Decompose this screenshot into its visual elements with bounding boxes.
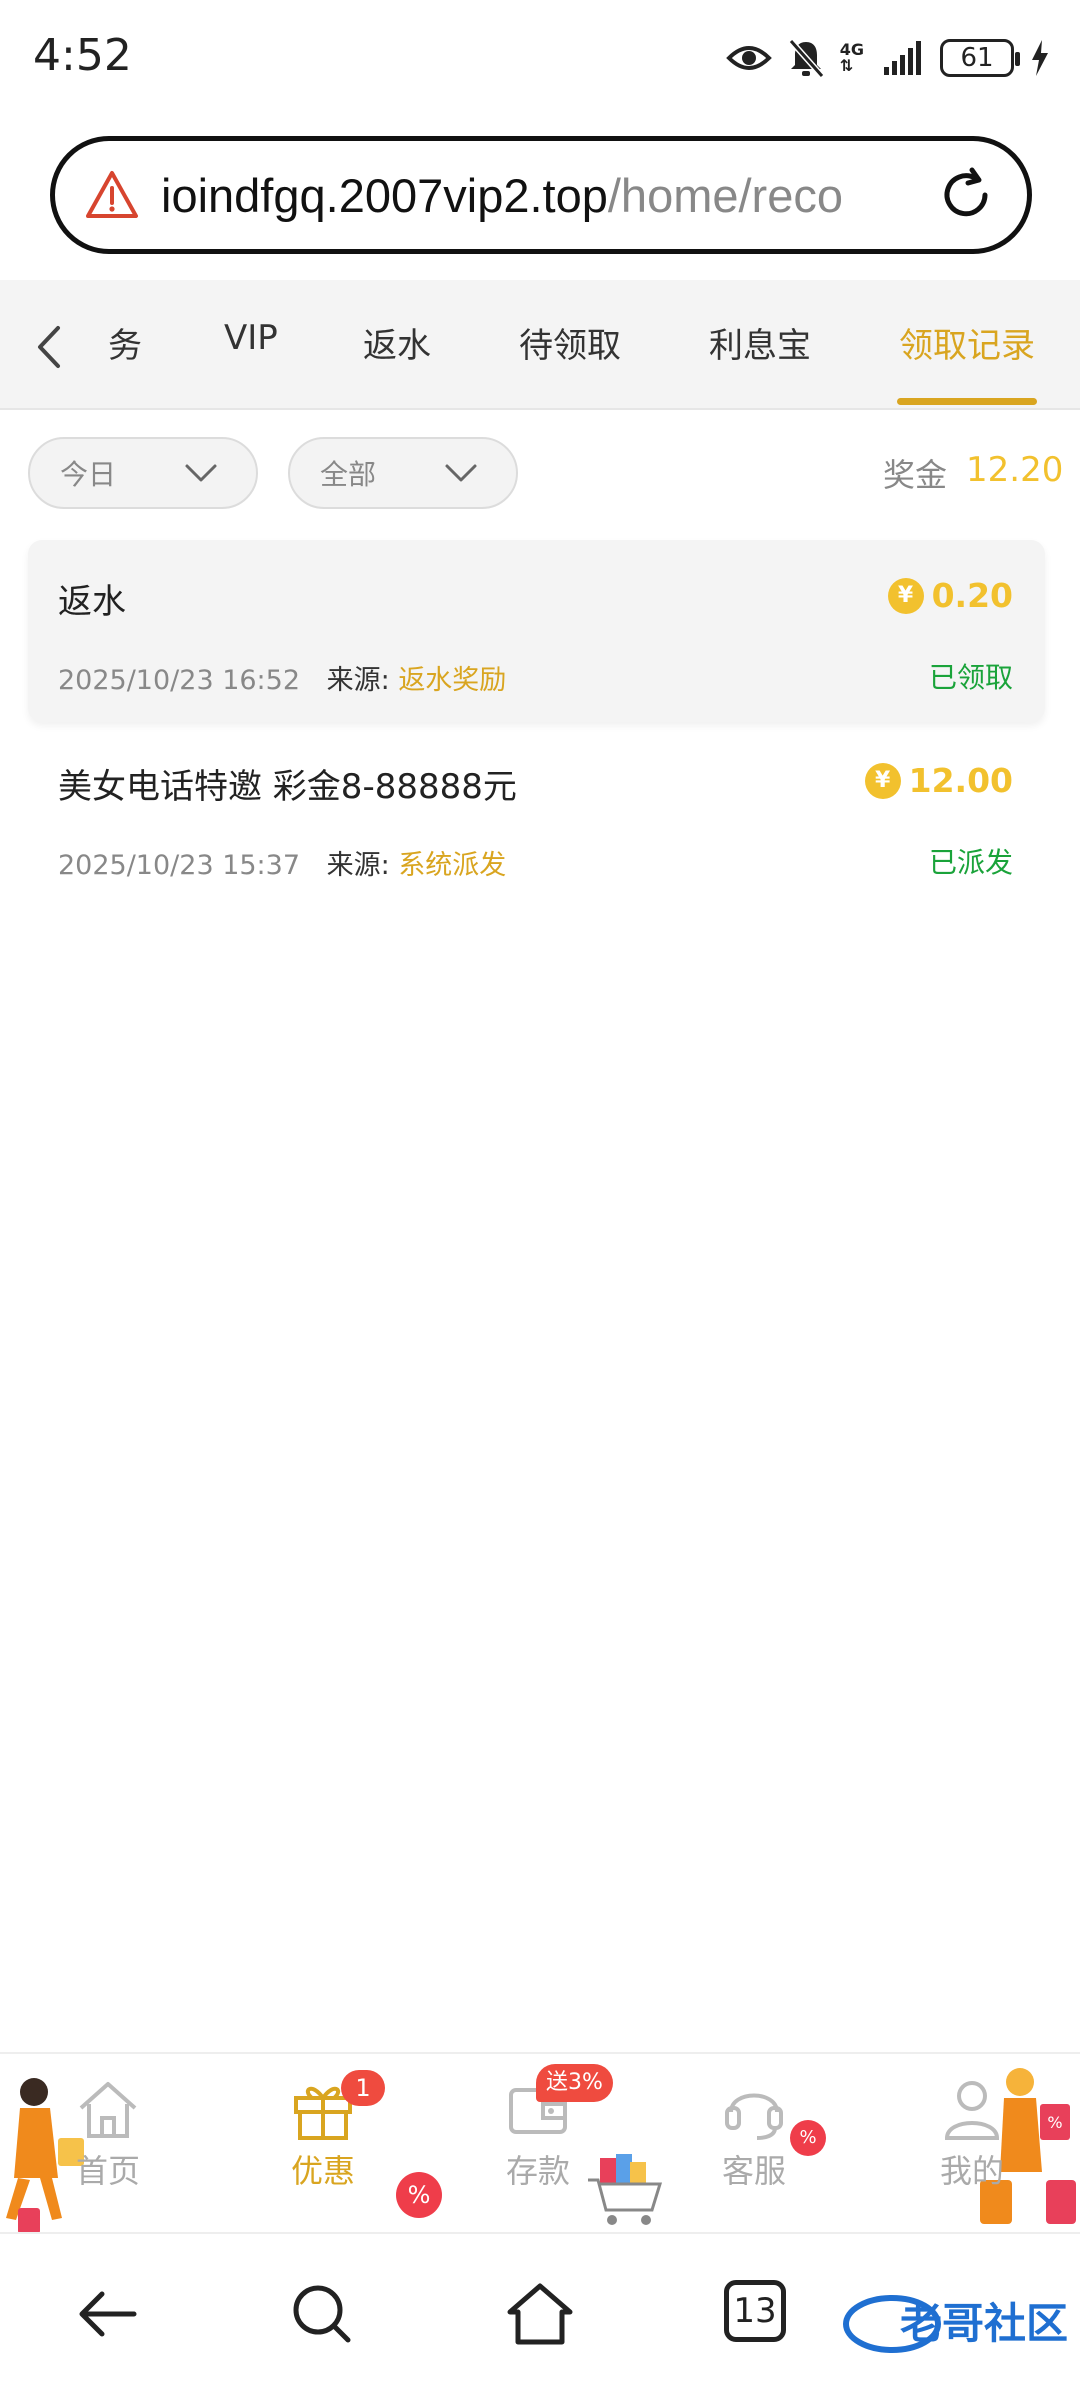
nav-promotions[interactable]: 优惠 1: [263, 2070, 385, 2192]
record-title: 美女电话特邀 彩金8-88888元: [58, 767, 517, 807]
user-icon: [944, 2081, 1000, 2140]
record-title: 返水: [58, 582, 126, 622]
eye-icon: [725, 46, 772, 70]
promo-badge: 送3%: [536, 2064, 613, 2102]
bonus-total: 12.20: [966, 450, 1064, 490]
tab-claim-records[interactable]: 领取记录: [899, 318, 1035, 367]
nav-label: 我的: [939, 2152, 1004, 2190]
nav-label: 优惠: [290, 2152, 355, 2190]
url-path: /home/reco: [607, 168, 843, 222]
tab-rebate[interactable]: 返水: [363, 318, 431, 367]
record-date: 2025/10/23 16:52: [58, 665, 301, 696]
amount-value: 0.20: [931, 576, 1013, 615]
status-icons: 4G ⇅ 61: [725, 34, 1050, 82]
url-text[interactable]: ioindfgq.2007vip2.top/home/reco: [161, 168, 915, 223]
tab-pending[interactable]: 待领取: [519, 318, 621, 367]
record-status: 已领取: [928, 661, 1013, 694]
tab-count-button[interactable]: 13: [724, 2280, 786, 2342]
record-amount: ¥ 12.00: [864, 761, 1013, 800]
record-meta: 2025/10/23 16:52 来源: 返水奖励: [58, 658, 506, 697]
date-filter-value: 今日: [60, 458, 117, 491]
type-filter-value: 全部: [320, 458, 377, 491]
status-bar: 4:52 4G ⇅ 61: [0, 0, 1080, 118]
nav-deposit[interactable]: 存款 送3%: [478, 2064, 613, 2192]
record-source-label: 来源:: [326, 850, 390, 881]
record-amount: ¥ 0.20: [887, 576, 1013, 615]
headset-icon: [725, 2093, 783, 2140]
warning-icon[interactable]: [85, 168, 139, 222]
nav-label: 存款: [505, 2152, 570, 2190]
watermark-logo: 老哥社区: [843, 2295, 1068, 2353]
reload-icon[interactable]: [935, 164, 997, 226]
bell-muted-icon: [788, 39, 824, 78]
svg-text:%: %: [1047, 2113, 1062, 2132]
record-source-label: 来源:: [326, 665, 390, 696]
battery-indicator: 61: [940, 39, 1020, 77]
url-host: ioindfgq.2007vip2.top: [161, 168, 608, 222]
tab-vip[interactable]: VIP: [224, 318, 278, 358]
amount-value: 12.00: [908, 761, 1013, 800]
network-label: 4G ⇅: [840, 42, 864, 74]
search-icon[interactable]: [282, 2274, 362, 2354]
category-tabs: 务 VIP 返水 待领取 利息宝 领取记录: [0, 280, 1080, 410]
tab-interest[interactable]: 利息宝: [709, 318, 811, 367]
notification-badge: 1: [341, 2070, 385, 2106]
record-meta: 2025/10/23 15:37 来源: 系统派发: [58, 843, 506, 882]
nav-label: 首页: [75, 2152, 140, 2190]
record-date: 2025/10/23 15:37: [58, 850, 301, 881]
home-icon: [79, 2082, 137, 2138]
network-arrows-icon: ⇅: [839, 56, 854, 75]
record-status: 已派发: [928, 846, 1013, 879]
svg-text:老哥社区: 老哥社区: [900, 2299, 1068, 2348]
bottom-app-nav: % 首页 优惠 1 % 存款 送3% 客服 % 我的: [0, 2052, 1080, 2234]
chevron-down-icon: [445, 464, 477, 482]
address-bar[interactable]: ioindfgq.2007vip2.top/home/reco: [50, 136, 1032, 254]
home-icon[interactable]: [500, 2274, 580, 2354]
browser-toolbar: 13 老哥社区: [0, 2232, 1080, 2400]
type-filter-select[interactable]: 全部: [288, 437, 518, 509]
nav-home[interactable]: 首页: [48, 2074, 168, 2192]
coin-icon: ¥: [887, 577, 924, 614]
discount-tag-icon: %: [790, 2120, 826, 2156]
record-source: 返水奖励: [398, 665, 507, 696]
signal-icon: [884, 41, 921, 75]
chevron-down-icon: [185, 464, 217, 482]
tab-tasks[interactable]: 务: [108, 318, 142, 367]
record-source: 系统派发: [398, 850, 507, 881]
coin-icon: ¥: [864, 762, 901, 799]
status-time: 4:52: [33, 30, 132, 81]
nav-profile[interactable]: 我的: [912, 2074, 1032, 2192]
discount-tag-icon: %: [396, 2172, 442, 2218]
back-arrow-icon[interactable]: [68, 2274, 148, 2354]
active-tab-indicator: [897, 398, 1037, 405]
shopping-cart-icon: [588, 2154, 663, 2225]
record-item[interactable]: 美女电话特邀 彩金8-88888元 ¥ 12.00 2025/10/23 15:…: [28, 725, 1045, 907]
bonus-label: 奖金: [883, 456, 948, 494]
record-item[interactable]: 返水 ¥ 0.20 2025/10/23 16:52 来源: 返水奖励 已领取: [28, 540, 1045, 722]
charging-bolt-icon: [1032, 40, 1048, 76]
nav-label: 客服: [721, 2152, 786, 2190]
date-filter-select[interactable]: 今日: [28, 437, 258, 509]
chevron-left-icon[interactable]: [30, 322, 70, 372]
